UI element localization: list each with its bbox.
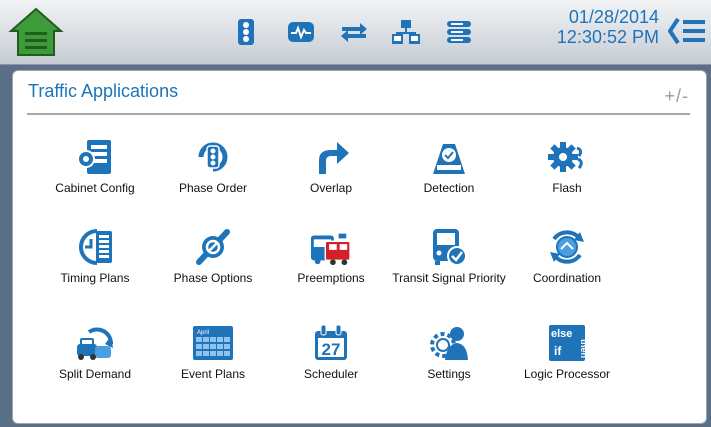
app-overlap[interactable]: Overlap [271, 137, 391, 195]
swap-button[interactable] [340, 18, 368, 46]
app-label: Coordination [532, 271, 602, 285]
app-label: Detection [423, 181, 475, 195]
split-demand-icon [77, 327, 113, 360]
transit-signal-priority-icon [433, 229, 467, 266]
traffic-applications-panel: Traffic Applications +/- Cabinet Config … [12, 70, 707, 424]
title-divider [27, 113, 690, 115]
traffic-signal-button[interactable] [232, 18, 260, 46]
server-stack-icon [447, 21, 471, 43]
menu-button[interactable] [667, 14, 707, 48]
scheduler-icon: 27 [315, 324, 347, 360]
app-flash[interactable]: Flash [507, 137, 627, 195]
monitor-button[interactable] [287, 18, 315, 46]
logic-processor-icon: else if then [549, 325, 586, 361]
app-transit-signal-priority[interactable]: Transit Signal Priority [389, 227, 509, 285]
preemptions-icon [310, 233, 351, 266]
calendar-month: April [197, 330, 209, 336]
logic-else: else [551, 328, 572, 340]
home-icon [8, 7, 64, 56]
flash-icon [548, 142, 583, 172]
app-scheduler[interactable]: 27 Scheduler [271, 323, 391, 381]
app-preemptions[interactable]: Preemptions [271, 227, 391, 285]
phase-order-icon [198, 142, 228, 172]
panel-title: Traffic Applications [28, 81, 179, 101]
cabinet-config-icon [77, 140, 111, 174]
logic-then: then [579, 339, 586, 358]
app-label: Transit Signal Priority [392, 271, 506, 285]
detection-icon [433, 144, 465, 174]
phase-options-icon [196, 229, 230, 265]
app-logic-processor[interactable]: else if then Logic Processor [507, 323, 627, 381]
app-timing-plans[interactable]: Timing Plans [35, 227, 155, 285]
traffic-signal-icon [238, 19, 254, 45]
app-label: Logic Processor [523, 367, 611, 381]
menu-icon [668, 17, 705, 45]
app-event-plans[interactable]: April Event Plans [153, 323, 273, 381]
datetime: 01/28/2014 12:30:52 PM [557, 7, 659, 47]
app-label: Split Demand [58, 367, 132, 381]
date-text: 01/28/2014 [568, 7, 659, 27]
expand-collapse-toggle[interactable]: +/- [664, 86, 689, 107]
calendar-day: 27 [322, 340, 341, 359]
logic-if: if [554, 344, 562, 358]
app-label: Flash [552, 181, 582, 195]
app-coordination[interactable]: Coordination [507, 227, 627, 285]
app-detection[interactable]: Detection [389, 137, 509, 195]
app-split-demand[interactable]: Split Demand [35, 323, 155, 381]
app-phase-order[interactable]: Phase Order [153, 137, 273, 195]
network-icon [392, 20, 420, 44]
app-label: Scheduler [303, 367, 359, 381]
app-label: Phase Order [178, 181, 248, 195]
app-label: Phase Options [173, 271, 253, 285]
app-label: Cabinet Config [55, 181, 135, 195]
timing-plans-icon [79, 229, 112, 265]
app-label: Overlap [309, 181, 353, 195]
network-button[interactable] [392, 18, 420, 46]
settings-icon [430, 327, 468, 360]
app-phase-options[interactable]: Phase Options [153, 227, 273, 285]
pulse-monitor-icon [288, 22, 314, 42]
top-bar: 01/28/2014 12:30:52 PM [0, 0, 711, 64]
time-text: 12:30:52 PM [556, 27, 659, 47]
event-plans-icon: April [193, 326, 233, 360]
home-button[interactable] [6, 5, 66, 59]
app-settings[interactable]: Settings [389, 323, 509, 381]
app-label: Settings [427, 367, 471, 381]
app-label: Event Plans [180, 367, 246, 381]
app-label: Timing Plans [60, 271, 130, 285]
overlap-icon [319, 142, 349, 174]
swap-arrows-icon [341, 23, 367, 42]
app-label: Preemptions [297, 271, 365, 285]
server-button[interactable] [445, 18, 473, 46]
app-cabinet-config[interactable]: Cabinet Config [35, 137, 155, 195]
coordination-icon [550, 230, 584, 264]
